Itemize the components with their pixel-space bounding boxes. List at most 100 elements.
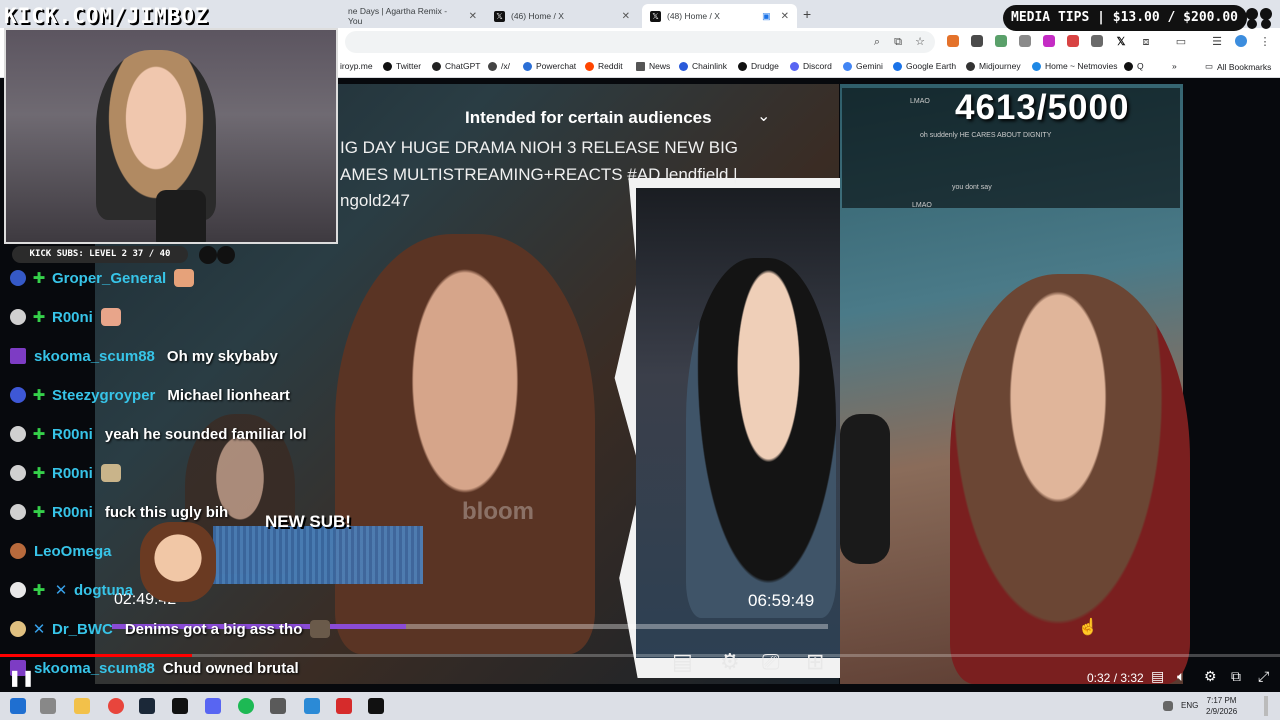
exit-fullscreen-icon[interactable]: ⊞ bbox=[806, 649, 824, 675]
zoom-icon[interactable]: ⌕ bbox=[870, 35, 884, 49]
pause-button[interactable]: ❚❚ bbox=[8, 668, 35, 688]
chat-message: ✚ R00ni fuck this ugly bih bbox=[10, 501, 228, 523]
extension-icon[interactable] bbox=[1091, 35, 1103, 47]
badge-icon bbox=[10, 426, 26, 442]
chat-username: R00ni bbox=[52, 425, 93, 443]
gem-badge-icon: ✚ bbox=[32, 387, 46, 404]
gem-badge-icon: ✚ bbox=[32, 582, 46, 599]
new-tab-button[interactable]: + bbox=[803, 6, 811, 22]
bookmark-netmovies[interactable]: Home ~ Netmovies bbox=[1032, 61, 1118, 71]
install-icon[interactable]: ⧉ bbox=[891, 35, 905, 49]
chat-text: Oh my skybaby bbox=[166, 347, 278, 365]
bookmark-gemini[interactable]: Gemini bbox=[843, 61, 883, 71]
bookmark-label: ChatGPT bbox=[445, 61, 481, 71]
chrome-icon[interactable] bbox=[108, 698, 124, 714]
cast-icon[interactable]: ⎚ bbox=[762, 649, 780, 675]
shield-extension-icon[interactable] bbox=[971, 35, 983, 47]
app-icon[interactable] bbox=[304, 698, 320, 714]
bookmark-q[interactable]: Q bbox=[1124, 61, 1144, 71]
windows-start-icon[interactable] bbox=[10, 698, 26, 714]
app-icon[interactable] bbox=[336, 698, 352, 714]
gear-icon[interactable]: ⚙ bbox=[720, 649, 740, 675]
new-sub-character bbox=[140, 522, 216, 602]
metamask-icon[interactable] bbox=[947, 35, 959, 47]
bookmark-reddit[interactable]: Reddit bbox=[585, 61, 623, 71]
bookmark-google-earth[interactable]: Google Earth bbox=[893, 61, 956, 71]
player-progress-fill bbox=[0, 654, 192, 657]
steam-icon[interactable] bbox=[139, 698, 155, 714]
player-progress-bar[interactable] bbox=[0, 654, 1280, 657]
bookmark-discord[interactable]: Discord bbox=[790, 61, 832, 71]
close-icon[interactable]: ✕ bbox=[622, 11, 630, 22]
close-icon[interactable]: ✕ bbox=[781, 11, 789, 22]
popout-icon[interactable]: ⧉ bbox=[1231, 668, 1241, 685]
reading-list-icon[interactable]: ☰ bbox=[1210, 35, 1224, 49]
badge-icon bbox=[10, 309, 26, 325]
bookmark-item[interactable]: iroyp.me bbox=[340, 61, 373, 71]
gear-icon[interactable]: ⚙ bbox=[1204, 668, 1217, 685]
sword-badge-icon: ✕ bbox=[54, 582, 68, 599]
file-explorer-icon[interactable] bbox=[74, 698, 90, 714]
input-language[interactable]: ENG bbox=[1181, 701, 1198, 710]
bookmark-chainlink[interactable]: Chainlink bbox=[679, 61, 727, 71]
badge-icon bbox=[10, 582, 26, 598]
streamer-webcam bbox=[4, 28, 338, 244]
video-title-line: ngold247 bbox=[340, 191, 410, 210]
show-desktop-button[interactable] bbox=[1264, 696, 1268, 716]
volume-icon[interactable]: 🔈︎ bbox=[1177, 668, 1185, 685]
x-extension-icon[interactable]: 𝕏 bbox=[1114, 35, 1128, 49]
extension-icon[interactable] bbox=[1043, 35, 1055, 47]
drudge-icon bbox=[738, 61, 747, 71]
address-bar[interactable] bbox=[345, 31, 935, 53]
tray-chevron-icon[interactable] bbox=[1163, 701, 1173, 711]
subtitles-icon[interactable]: ▤ bbox=[672, 649, 693, 675]
all-bookmarks-button[interactable]: ▭ All Bookmarks bbox=[1205, 61, 1271, 72]
subtitles-icon[interactable]: ▤ bbox=[1151, 668, 1164, 685]
bookmark-label: Twitter bbox=[396, 61, 422, 71]
chat-message: skooma_scum88 Chud owned brutal bbox=[10, 657, 299, 679]
sidepanel-icon[interactable]: ▭ bbox=[1174, 35, 1188, 49]
chat-username: R00ni bbox=[52, 464, 93, 482]
puzzle-icon[interactable]: ⧈ bbox=[1139, 35, 1153, 49]
new-sub-alert: NEW SUB! bbox=[265, 512, 351, 531]
chat-text: Denims got a big ass tho bbox=[124, 620, 303, 638]
bookmark-news[interactable]: News bbox=[636, 61, 670, 71]
extension-icon[interactable] bbox=[1067, 35, 1079, 47]
discord-icon[interactable] bbox=[205, 698, 221, 714]
profile-avatar-icon[interactable] bbox=[1235, 35, 1247, 47]
tab-x-home-48[interactable]: 𝕏 (48) Home / X ▣ ✕ bbox=[642, 4, 797, 28]
tab-x-home-46[interactable]: 𝕏 (46) Home / X ✕ bbox=[486, 4, 638, 28]
bookmark-label: iroyp.me bbox=[340, 61, 373, 71]
bookmark-powerchat[interactable]: Powerchat bbox=[523, 61, 576, 71]
task-view-icon[interactable] bbox=[40, 698, 56, 714]
fullscreen-icon[interactable]: ⤢ bbox=[1258, 668, 1269, 685]
extension-icon[interactable] bbox=[995, 35, 1007, 47]
bookmark-midjourney[interactable]: Midjourney bbox=[966, 61, 1021, 71]
chevron-right-icon: » bbox=[1172, 61, 1177, 71]
media-playing-icon[interactable]: ▣ bbox=[762, 11, 771, 22]
bookmark-chatgpt[interactable]: ChatGPT bbox=[432, 61, 480, 71]
spotify-icon[interactable] bbox=[238, 698, 254, 714]
app-icon[interactable] bbox=[270, 698, 286, 714]
terminal-icon[interactable] bbox=[172, 698, 188, 714]
bookmark-label: /x/ bbox=[501, 61, 510, 71]
badge-icon bbox=[10, 465, 26, 481]
star-icon[interactable]: ☆ bbox=[913, 35, 927, 49]
close-icon[interactable]: ✕ bbox=[469, 11, 477, 22]
bookmark-twitter[interactable]: Twitter bbox=[383, 61, 421, 71]
chat-message: ✕ Dr_BWC Denims got a big ass tho bbox=[10, 618, 331, 640]
bookmarks-overflow-button[interactable]: » bbox=[1172, 61, 1177, 71]
badge-icon bbox=[10, 543, 26, 559]
chevron-down-icon[interactable]: ⌄ bbox=[757, 106, 770, 126]
bookmark-x[interactable]: /x/ bbox=[488, 61, 510, 71]
x-logo-icon bbox=[383, 61, 392, 71]
bookmark-drudge[interactable]: Drudge bbox=[738, 61, 779, 71]
extension-icon[interactable] bbox=[1019, 35, 1031, 47]
subs-logo-icon bbox=[199, 246, 235, 264]
badge-icon bbox=[10, 387, 26, 403]
clock-date: 2/9/2026 bbox=[1206, 707, 1238, 716]
system-clock[interactable]: 7:17 PM 2/9/2026 bbox=[1206, 695, 1237, 717]
menu-icon[interactable]: ⋮ bbox=[1258, 35, 1272, 49]
tab-youtube[interactable]: ne Days | Agartha Remix - You ✕ bbox=[340, 4, 485, 28]
cursor-app-icon[interactable] bbox=[368, 698, 384, 714]
